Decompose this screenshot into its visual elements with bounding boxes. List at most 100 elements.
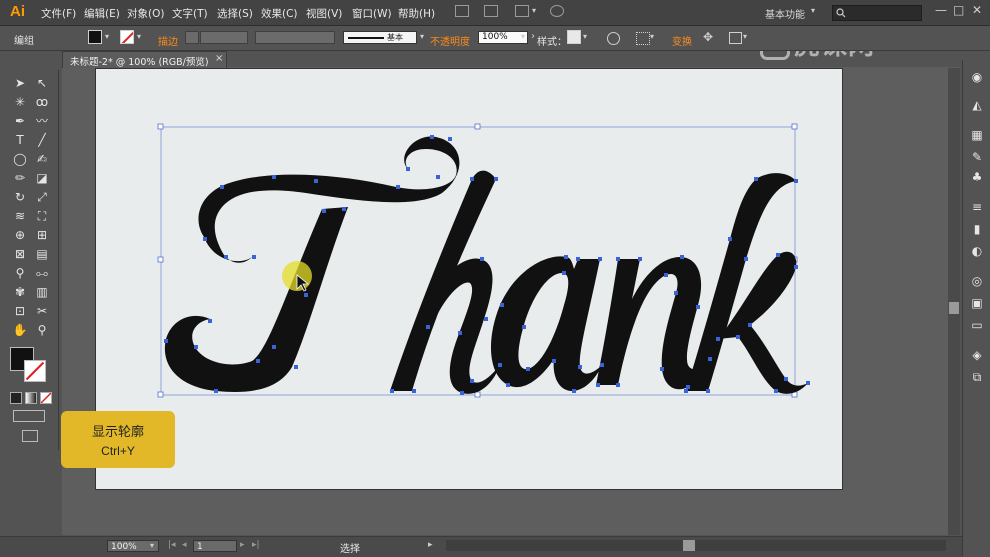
recolor-artwork-icon[interactable] <box>607 32 620 45</box>
previous-artboard-icon[interactable]: ◂ <box>182 540 187 550</box>
search-input[interactable] <box>832 5 922 21</box>
arrange-documents-icon[interactable] <box>515 5 529 17</box>
menu-file[interactable]: 文件(F) <box>41 6 76 21</box>
layers-panel-icon[interactable]: ◈ <box>970 348 984 362</box>
chevron-down-icon[interactable]: ▾ <box>521 32 525 41</box>
workspace-switcher[interactable]: 基本功能 <box>765 6 805 21</box>
eraser-tool-icon[interactable]: ◪ <box>34 170 50 186</box>
menu-window[interactable]: 窗口(W) <box>352 6 392 21</box>
pen-tool-icon[interactable]: ✒ <box>12 113 28 129</box>
artboards-panel-icon[interactable]: ⧉ <box>970 370 984 384</box>
line-tool-icon[interactable]: ╱ <box>34 132 50 148</box>
chevron-down-icon[interactable]: ▾ <box>743 32 747 41</box>
stock-icon[interactable] <box>484 5 498 17</box>
horizontal-scrollbar[interactable] <box>446 540 946 551</box>
swatches-icon[interactable]: ▦ <box>970 128 984 142</box>
transparency-panel-icon[interactable]: ◐ <box>970 244 984 258</box>
opacity-panel-link[interactable]: 不透明度 <box>430 33 470 48</box>
column-graph-tool-icon[interactable]: ▥ <box>34 284 50 300</box>
rotate-tool-icon[interactable]: ↻ <box>12 189 28 205</box>
gpu-performance-icon[interactable] <box>550 5 564 17</box>
minimize-button[interactable]: — <box>935 3 947 17</box>
artboard-number-select[interactable]: 1 <box>193 540 237 552</box>
magic-wand-tool-icon[interactable]: ✳ <box>12 94 28 110</box>
vertical-scrollbar-thumb[interactable] <box>949 302 959 314</box>
free-transform-tool-icon[interactable]: ⛶ <box>34 208 50 224</box>
appearance-panel-icon[interactable]: ◎ <box>970 274 984 288</box>
chevron-down-icon[interactable]: ▾ <box>583 32 587 41</box>
artwork-canvas[interactable] <box>96 69 844 491</box>
pencil-tool-icon[interactable]: ✏ <box>12 170 28 186</box>
menu-view[interactable]: 视图(V) <box>306 6 342 21</box>
slice-tool-icon[interactable]: ✂ <box>34 303 50 319</box>
chevron-down-icon[interactable]: ▾ <box>650 32 654 41</box>
shape-builder-tool-icon[interactable]: ⊕ <box>12 227 28 243</box>
menu-effect[interactable]: 效果(C) <box>261 6 298 21</box>
chevron-down-icon[interactable]: ▾ <box>150 541 154 550</box>
status-menu-icon[interactable]: ▸ <box>428 540 433 550</box>
stroke-panel-icon[interactable]: ≡ <box>970 200 984 214</box>
document-tab[interactable]: 未标题-2* @ 100% (RGB/预览) × <box>62 51 227 68</box>
chevron-down-icon[interactable]: ▾ <box>105 32 109 41</box>
curvature-tool-icon[interactable]: 〰 <box>34 113 50 129</box>
gradient-panel-icon[interactable]: ▮ <box>970 222 984 236</box>
brushes-icon[interactable]: ✎ <box>970 150 984 164</box>
transform-panel-link[interactable]: 变换 <box>672 33 692 48</box>
gradient-mode-button[interactable] <box>25 392 37 404</box>
thank-glyph-outlines[interactable] <box>164 136 808 394</box>
menu-type[interactable]: 文字(T) <box>172 6 208 21</box>
puppet-warp-icon[interactable] <box>729 32 742 44</box>
align-icon[interactable] <box>636 32 650 45</box>
close-window-button[interactable]: ✕ <box>972 3 982 17</box>
stroke-weight-input[interactable] <box>200 31 248 44</box>
paintbrush-tool-icon[interactable]: ✍ <box>34 151 50 167</box>
stroke-color-swatch[interactable] <box>120 30 134 44</box>
symbols-icon[interactable]: ♣ <box>970 170 984 184</box>
blend-tool-icon[interactable]: ⧟ <box>34 265 50 281</box>
next-artboard-icon[interactable]: ▸ <box>240 540 245 550</box>
color-mode-button[interactable] <box>10 392 22 404</box>
isolate-group-icon[interactable]: ✥ <box>703 30 713 44</box>
color-panel-icon[interactable]: ◉ <box>970 70 984 84</box>
menu-object[interactable]: 对象(O) <box>127 6 164 21</box>
type-tool-icon[interactable]: T <box>12 132 28 148</box>
chevron-down-icon[interactable]: ▾ <box>420 32 424 41</box>
ellipse-tool-icon[interactable]: ◯ <box>12 151 28 167</box>
symbol-sprayer-tool-icon[interactable]: ✾ <box>12 284 28 300</box>
scale-tool-icon[interactable]: ⤢ <box>34 189 50 205</box>
selection-tool-icon[interactable]: ➤ <box>12 75 28 91</box>
menu-select[interactable]: 选择(S) <box>217 6 253 21</box>
screen-mode-button[interactable] <box>22 430 38 442</box>
direct-selection-tool-icon[interactable]: ↖ <box>34 75 50 91</box>
chevron-down-icon[interactable]: ▾ <box>532 6 536 15</box>
gradient-tool-icon[interactable]: ▤ <box>34 246 50 262</box>
menu-help[interactable]: 帮助(H) <box>398 6 435 21</box>
mesh-tool-icon[interactable]: ⊠ <box>12 246 28 262</box>
last-artboard-icon[interactable]: ▸| <box>252 540 260 550</box>
artboard-tool-icon[interactable]: ⊡ <box>12 303 28 319</box>
first-artboard-icon[interactable]: |◂ <box>168 540 176 550</box>
horizontal-scrollbar-thumb[interactable] <box>683 540 695 551</box>
chevron-down-icon[interactable]: ▾ <box>811 6 815 15</box>
lasso-tool-icon[interactable]: ꝏ <box>34 94 50 110</box>
width-tool-icon[interactable]: ≋ <box>12 208 28 224</box>
graphic-styles-icon[interactable]: ▣ <box>970 296 984 310</box>
chevron-down-icon[interactable]: ▾ <box>137 32 141 41</box>
graphic-style-swatch[interactable] <box>567 30 581 44</box>
perspective-grid-tool-icon[interactable]: ⊞ <box>34 227 50 243</box>
hand-tool-icon[interactable]: ✋ <box>12 322 28 338</box>
none-mode-button[interactable] <box>40 392 52 404</box>
brush-definition-select[interactable]: 基本 <box>343 31 417 44</box>
eyedropper-tool-icon[interactable]: ⚲ <box>12 265 28 281</box>
maximize-button[interactable]: □ <box>953 3 964 17</box>
stroke-panel-link[interactable]: 描边 <box>158 33 178 48</box>
close-tab-button[interactable]: × <box>215 53 223 64</box>
color-guide-icon[interactable]: ◭ <box>970 98 984 112</box>
menu-edit[interactable]: 编辑(E) <box>84 6 120 21</box>
chevron-right-icon[interactable]: › <box>531 31 535 42</box>
stroke-color-box[interactable] <box>24 360 46 382</box>
drawing-modes-button[interactable] <box>13 410 45 422</box>
variable-width-profile-select[interactable] <box>255 31 335 44</box>
artboard[interactable] <box>95 68 843 490</box>
bridge-icon[interactable] <box>455 5 469 17</box>
